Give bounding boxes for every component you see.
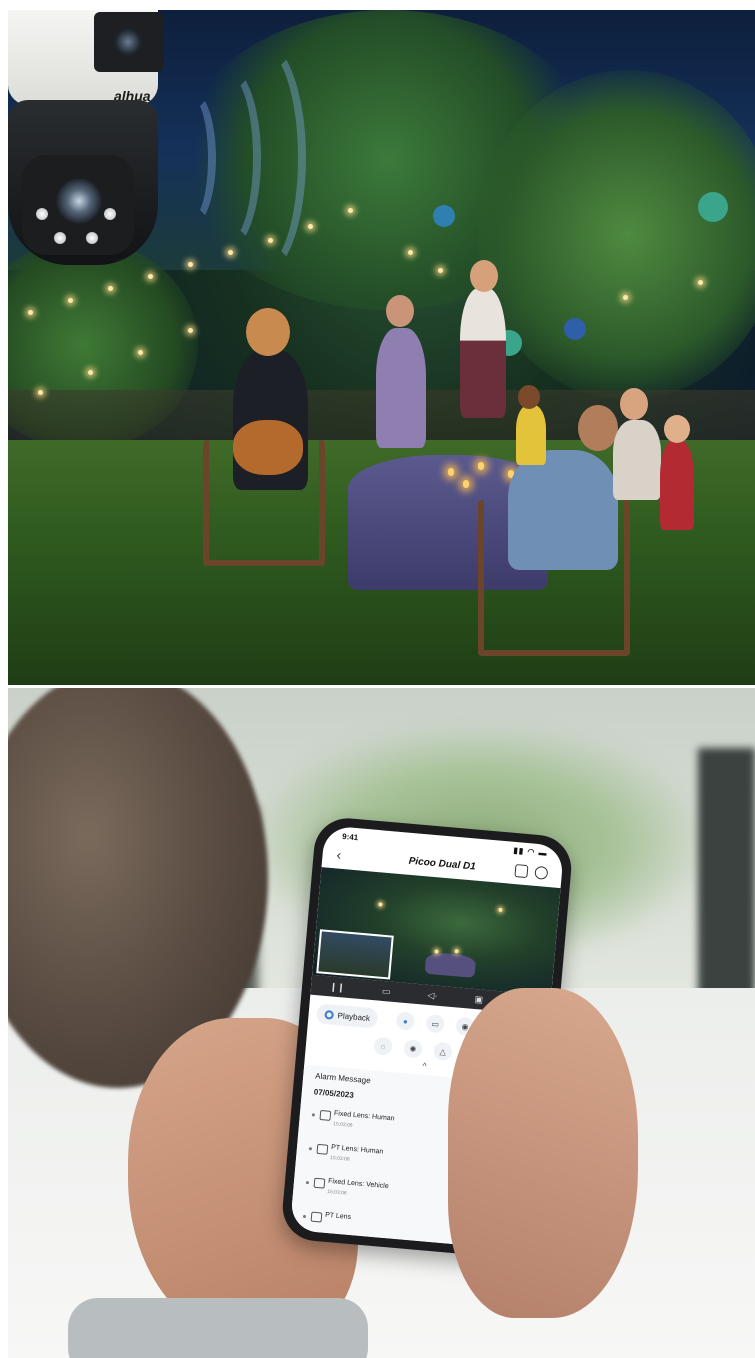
candle xyxy=(448,468,454,476)
string-light xyxy=(68,298,73,303)
fixed-lens-pip[interactable] xyxy=(316,929,394,980)
record-icon[interactable]: ▭ xyxy=(425,1013,446,1034)
woman-head xyxy=(470,260,498,292)
alarm-label: Fixed Lens: Human xyxy=(333,1110,395,1123)
seated-man xyxy=(508,450,618,570)
alarm-time: 15:03:06 xyxy=(329,1155,350,1163)
man-with-hat xyxy=(376,328,426,448)
paper-lantern xyxy=(698,192,728,222)
string-light xyxy=(188,328,193,333)
man-head xyxy=(386,295,414,327)
string-light xyxy=(108,286,113,291)
guitarist-head xyxy=(246,308,290,356)
alarm-label: PT Lens xyxy=(324,1211,352,1222)
talk-icon[interactable]: ● xyxy=(395,1011,416,1031)
candle xyxy=(478,462,484,470)
ptz-lens-icon xyxy=(56,178,102,224)
phone-in-hands-photo: 9:41 ▮▮ ◠ ▬ ‹ Picoo Dual D1 ❙❙ ▭ ◁· ▣ Pl… xyxy=(8,688,755,1358)
timeline-dot xyxy=(305,1181,310,1185)
human-icon xyxy=(316,1143,329,1155)
speaker-icon[interactable]: ◁· xyxy=(427,989,438,1001)
playback-label: Playback xyxy=(337,1010,371,1023)
child-in-red xyxy=(660,440,694,530)
live-view[interactable] xyxy=(312,867,561,996)
timeline-dot xyxy=(311,1113,315,1117)
string-light xyxy=(348,208,353,213)
string-light xyxy=(408,250,413,255)
quality-icon[interactable]: ▣ xyxy=(474,994,483,1006)
string-light xyxy=(188,262,193,267)
fixed-lens-icon xyxy=(114,28,142,56)
garden-party-photo: alhua xyxy=(8,10,755,685)
live-view-light xyxy=(378,902,383,907)
live-view-table xyxy=(424,951,477,978)
string-light xyxy=(138,350,143,355)
device-info-icon[interactable] xyxy=(514,864,529,879)
seated-woman-head xyxy=(620,388,648,420)
alarm-time: 15:03:06 xyxy=(326,1188,347,1197)
candle xyxy=(463,480,469,488)
sleeve xyxy=(68,1298,368,1358)
status-time: 9:41 xyxy=(341,831,359,843)
paper-lantern xyxy=(564,318,586,340)
seated-man-head xyxy=(578,405,618,451)
playback-button[interactable]: Playback xyxy=(315,1003,379,1029)
ptz-icon[interactable]: ◌ xyxy=(373,1036,393,1056)
paper-lantern xyxy=(433,205,455,227)
timeline-dot xyxy=(308,1147,313,1151)
child-head xyxy=(664,415,690,443)
string-light xyxy=(438,268,443,273)
string-light xyxy=(308,224,313,229)
playback-icon xyxy=(324,1009,335,1020)
child-yellow-head xyxy=(518,385,540,409)
ir-led-icon xyxy=(86,232,98,244)
woman-standing xyxy=(460,288,506,418)
screen-layout-icon[interactable]: ▭ xyxy=(381,985,391,997)
string-light xyxy=(38,390,43,395)
right-hand xyxy=(448,988,638,1318)
blurred-frame xyxy=(698,748,755,1008)
live-view-light xyxy=(454,949,459,954)
human-icon xyxy=(310,1211,323,1223)
alarm-title: Alarm Message xyxy=(314,1071,372,1086)
ir-led-icon xyxy=(54,232,66,244)
human-icon xyxy=(319,1109,332,1121)
child-in-yellow xyxy=(516,405,546,465)
live-view-light xyxy=(498,907,503,913)
alarm-label: Fixed Lens: Vehicle xyxy=(327,1177,389,1191)
security-camera: alhua xyxy=(8,10,168,265)
signal-battery-icon: ▮▮ ◠ ▬ xyxy=(513,845,548,858)
ir-led-icon xyxy=(36,208,48,220)
guitar xyxy=(233,420,303,475)
signal-wave-icon xyxy=(218,40,306,276)
string-light xyxy=(698,280,703,285)
string-light xyxy=(28,310,33,315)
alarm-time: 15:03:06 xyxy=(332,1121,353,1129)
alarm-label: PT Lens: Human xyxy=(330,1144,384,1156)
string-light xyxy=(88,370,93,375)
light-icon[interactable]: ✺ xyxy=(403,1039,423,1059)
alarm-date: 07/05/2023 xyxy=(313,1087,355,1100)
ir-led-icon xyxy=(104,208,116,220)
alarm-bell-icon[interactable]: △ xyxy=(433,1041,453,1062)
vehicle-icon xyxy=(313,1177,326,1189)
pause-icon[interactable]: ❙❙ xyxy=(329,981,345,993)
string-light xyxy=(148,274,153,279)
timeline-dot xyxy=(302,1214,307,1219)
seated-woman xyxy=(613,420,661,500)
string-light xyxy=(623,295,628,300)
